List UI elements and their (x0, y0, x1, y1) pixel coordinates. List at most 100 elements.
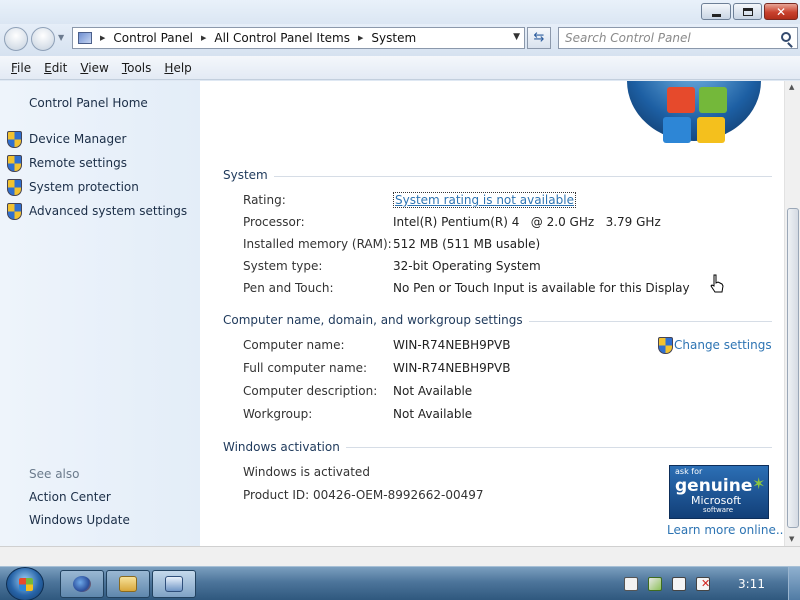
shield-icon (657, 337, 673, 354)
windows-update-link[interactable]: Windows Update (29, 513, 130, 527)
genuine-microsoft-badge[interactable]: ask for genuine Microsoft software ✶ (669, 465, 769, 519)
windows-logo-icon (19, 578, 33, 591)
window-titlebar: ✕ (0, 0, 800, 24)
network-icon[interactable] (672, 577, 686, 591)
activation-section-title: Windows activation (223, 440, 346, 454)
flag-icon[interactable] (648, 577, 662, 591)
address-bar[interactable]: ▶ Control Panel ▶ All Control Panel Item… (72, 27, 525, 49)
taskbar: 3:11 (0, 566, 800, 600)
volume-muted-icon[interactable] (696, 577, 710, 591)
breadcrumb-control-panel[interactable]: Control Panel (113, 31, 193, 45)
system-type-label: System type: (243, 259, 323, 273)
search-icon[interactable] (781, 32, 791, 42)
task-device-manager[interactable]: Device Manager (6, 131, 127, 148)
action-center-icon[interactable] (624, 577, 638, 591)
menu-view[interactable]: View (80, 61, 108, 75)
vertical-scrollbar[interactable]: ▲ ▼ (784, 81, 800, 546)
chevron-right-icon[interactable]: ▶ (201, 34, 206, 42)
clock[interactable]: 3:11 (738, 577, 765, 591)
close-button[interactable]: ✕ (764, 3, 798, 20)
menu-tools[interactable]: Tools (122, 61, 152, 75)
full-computer-name-label: Full computer name: (243, 361, 368, 375)
computer-description-label: Computer description: (243, 384, 378, 398)
system-type-value: 32-bit Operating System (393, 259, 541, 273)
left-task-pane: Control Panel Home Device Manager Remote… (0, 81, 200, 546)
scroll-up-icon[interactable]: ▲ (789, 83, 794, 91)
minimize-button[interactable] (701, 3, 731, 20)
hand-cursor-icon (710, 274, 724, 293)
taskbar-firefox-button[interactable] (60, 570, 104, 598)
search-box[interactable] (558, 27, 798, 49)
task-label: Advanced system settings (29, 204, 188, 218)
folder-icon (119, 576, 137, 592)
shield-icon (6, 131, 22, 148)
task-label: Device Manager (29, 132, 127, 146)
menu-file[interactable]: File (11, 61, 31, 75)
chevron-right-icon[interactable]: ▶ (358, 34, 363, 42)
activation-status: Windows is activated (243, 465, 370, 479)
pen-touch-label: Pen and Touch: (243, 281, 334, 295)
memory-value: 512 MB (511 MB usable) (393, 237, 541, 251)
task-label: System protection (29, 180, 139, 194)
workgroup-value: Not Available (393, 407, 473, 421)
learn-more-online-link[interactable]: Learn more online... (667, 523, 784, 537)
minimize-icon (711, 13, 721, 17)
menu-edit[interactable]: Edit (44, 61, 67, 75)
computer-description-value: Not Available (393, 384, 473, 398)
section-divider (223, 176, 772, 177)
forward-button[interactable] (31, 27, 55, 51)
breadcrumb-all-items[interactable]: All Control Panel Items (214, 31, 350, 45)
maximize-button[interactable] (733, 3, 762, 20)
scroll-down-icon[interactable]: ▼ (789, 535, 794, 543)
menu-bar: File Edit View Tools Help (0, 56, 800, 80)
refresh-button[interactable]: ⇆ (527, 27, 551, 49)
rating-label: Rating: (243, 193, 286, 207)
start-button[interactable] (6, 567, 44, 600)
scrollbar-thumb[interactable] (787, 208, 799, 528)
computer-name-label: Computer name: (243, 338, 345, 352)
system-section-title: System (223, 168, 274, 182)
back-button[interactable] (4, 27, 28, 51)
memory-label: Installed memory (RAM): (243, 237, 392, 251)
system-content-pane: System Rating: System rating is not avai… (200, 81, 784, 546)
system-rating-link[interactable]: System rating is not available (393, 192, 576, 208)
firefox-icon (73, 576, 91, 592)
control-panel-home-link[interactable]: Control Panel Home (29, 96, 148, 110)
star-icon: ✶ (752, 474, 766, 493)
computer-name-section-title: Computer name, domain, and workgroup set… (223, 313, 529, 327)
processor-value: Intel(R) Pentium(R) 4 @ 2.0 GHz 3.79 GHz (393, 215, 661, 229)
control-panel-icon (165, 576, 183, 592)
recent-pages-chevron-down-icon[interactable]: ▼ (58, 33, 64, 42)
notification-area (616, 567, 800, 600)
chevron-right-icon[interactable]: ▶ (100, 34, 105, 42)
refresh-icon: ⇆ (533, 30, 545, 45)
processor-label: Processor: (243, 215, 305, 229)
pen-touch-value: No Pen or Touch Input is available for t… (393, 281, 690, 295)
workgroup-label: Workgroup: (243, 407, 313, 421)
change-settings-label: Change settings (674, 338, 772, 352)
taskbar-explorer-button[interactable] (106, 570, 150, 598)
product-id: Product ID: 00426-OEM-8992662-00497 (243, 488, 484, 502)
maximize-icon (742, 7, 753, 16)
shield-icon (6, 179, 22, 196)
control-panel-icon (78, 32, 92, 44)
close-icon: ✕ (775, 4, 787, 19)
breadcrumb-system[interactable]: System (371, 31, 416, 45)
task-remote-settings[interactable]: Remote settings (6, 155, 127, 172)
action-center-link[interactable]: Action Center (29, 490, 111, 504)
windows-logo-icon (627, 81, 761, 143)
menu-help[interactable]: Help (164, 61, 191, 75)
address-dropdown-icon[interactable]: ▼ (513, 32, 520, 42)
status-bar (0, 546, 800, 566)
task-label: Remote settings (29, 156, 127, 170)
change-settings-link[interactable]: Change settings (657, 337, 772, 354)
show-desktop-button[interactable] (788, 567, 800, 600)
taskbar-control-panel-button[interactable] (152, 570, 196, 598)
task-advanced-system-settings[interactable]: Advanced system settings (6, 203, 188, 220)
full-computer-name-value: WIN-R74NEBH9PVB (393, 361, 511, 375)
search-input[interactable] (565, 28, 775, 48)
rating-value: System rating is not available (393, 192, 576, 208)
computer-name-value: WIN-R74NEBH9PVB (393, 338, 511, 352)
shield-icon (6, 155, 22, 172)
task-system-protection[interactable]: System protection (6, 179, 139, 196)
